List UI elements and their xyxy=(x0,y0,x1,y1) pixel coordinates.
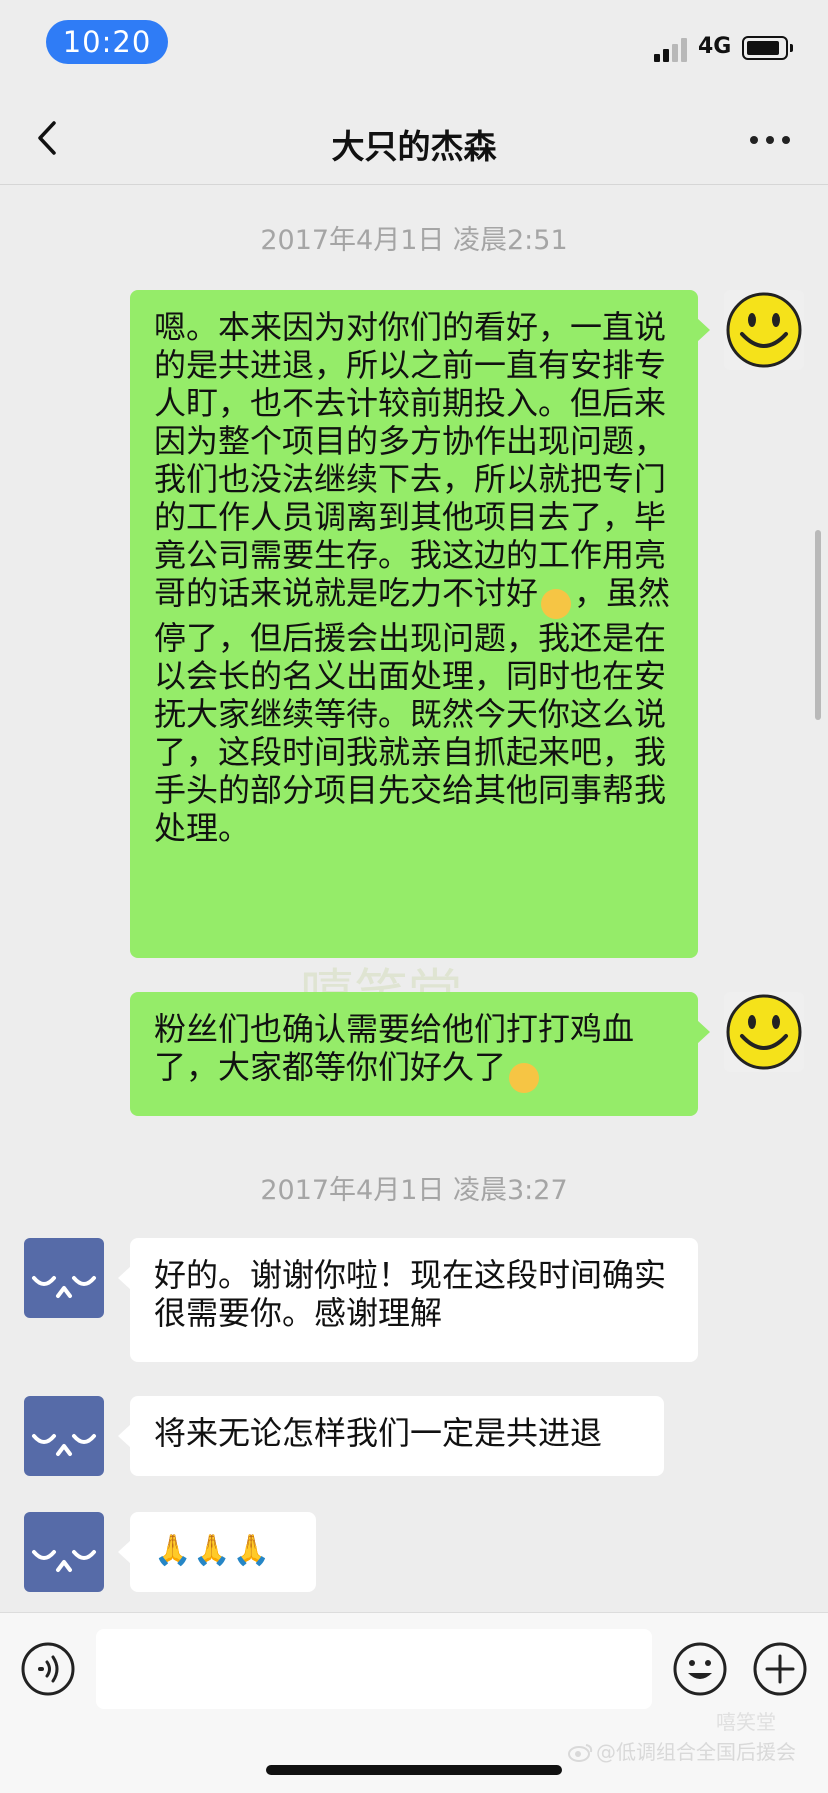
network-type: 4G xyxy=(698,34,732,59)
message-text: 将来无论怎样我们一定是共进退 xyxy=(154,1414,603,1452)
battery-icon xyxy=(742,36,793,60)
message-input[interactable] xyxy=(96,1629,652,1709)
message-text: 好的。谢谢你啦！现在这段时间确实很需要你。感谢理解 xyxy=(154,1256,667,1332)
contact-avatar[interactable] xyxy=(24,1512,104,1592)
closed-eyes-face-icon xyxy=(32,1434,96,1456)
closed-eyes-face-icon xyxy=(32,1276,96,1298)
contact-avatar[interactable] xyxy=(24,1238,104,1318)
folded-hands-emoji: 🙏🙏🙏 xyxy=(154,1533,273,1568)
emoji-icon[interactable] xyxy=(672,1641,728,1697)
smiley-face-icon xyxy=(726,994,802,1070)
message-timestamp: 2017年4月1日 凌晨3:27 xyxy=(260,1175,568,1206)
received-message-bubble[interactable]: 🙏🙏🙏 xyxy=(118,1512,316,1592)
more-dots-icon[interactable] xyxy=(750,136,790,146)
sent-message-bubble[interactable]: 嗯。本来因为对你们的看好，一直说的是共进退，所以之前一直有安排专人盯，也不去计较… xyxy=(130,290,710,958)
status-bar: 10:20 4G xyxy=(0,0,828,92)
received-message-bubble[interactable]: 将来无论怎样我们一定是共进退 xyxy=(118,1396,664,1476)
weibo-watermark: @低调组合全国后援会 xyxy=(568,1736,796,1765)
smiley-face-icon xyxy=(726,292,802,368)
my-avatar[interactable] xyxy=(724,992,804,1072)
contact-avatar[interactable] xyxy=(24,1396,104,1476)
closed-eyes-face-icon xyxy=(32,1550,96,1572)
home-indicator[interactable] xyxy=(266,1765,562,1775)
my-avatar[interactable] xyxy=(724,290,804,370)
smiling-face-emoji: 😊 xyxy=(509,1063,540,1093)
chat-title: 大只的杰森 xyxy=(331,127,497,166)
voice-icon[interactable] xyxy=(20,1641,76,1697)
chat-header: 大只的杰森 xyxy=(0,92,828,185)
signal-icon xyxy=(654,38,690,62)
plus-icon[interactable] xyxy=(752,1641,808,1697)
weibo-watermark-text: @低调组合全国后援会 xyxy=(596,1740,796,1764)
chat-scrollbar[interactable] xyxy=(815,530,821,720)
message-text: 粉丝们也确认需要给他们打打鸡血了，大家都等你们好久了 xyxy=(154,1010,635,1086)
message-text-cont: ，虽然停了，但后援会出现问题，我还是在以会长的名义出面处理，同时也在安抚大家继续… xyxy=(154,574,671,847)
status-time[interactable]: 10:20 xyxy=(46,20,168,64)
weibo-icon xyxy=(568,1744,593,1762)
message-text: 嗯。本来因为对你们的看好，一直说的是共进退，所以之前一直有安排专人盯，也不去计较… xyxy=(154,308,667,612)
received-message-bubble[interactable]: 好的。谢谢你啦！现在这段时间确实很需要你。感谢理解 xyxy=(118,1238,698,1362)
message-timestamp: 2017年4月1日 凌晨2:51 xyxy=(260,225,568,256)
covering-mouth-emoji: 🤭 xyxy=(541,589,572,619)
corner-watermark: 嘻笑堂 xyxy=(716,1710,776,1734)
sent-message-bubble[interactable]: 粉丝们也确认需要给他们打打鸡血了，大家都等你们好久了😊 xyxy=(130,992,710,1116)
chat-input-bar xyxy=(0,1612,828,1793)
